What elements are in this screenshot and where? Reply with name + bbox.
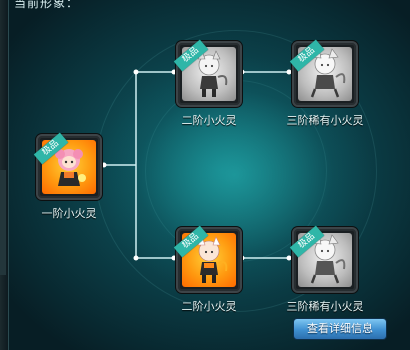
pet-name-label: 三阶稀有小火灵 — [286, 114, 364, 127]
node-stage2-upper[interactable]: 极品 二阶小火灵 — [164, 39, 254, 128]
node-stage3-upper[interactable]: 极品 三阶稀有小火灵 — [280, 39, 370, 128]
pet-portrait-frame[interactable]: 极品 — [289, 39, 358, 107]
pet-portrait-frame[interactable]: 极品 — [173, 225, 242, 293]
node-stage3-lower[interactable]: 极品 三阶稀有小火灵 — [280, 225, 370, 314]
connector-dot — [133, 255, 139, 261]
pet-name-label: 一阶小火灵 — [41, 207, 97, 220]
pet-name-label: 三阶稀有小火灵 — [286, 300, 364, 313]
pet-portrait-frame[interactable]: 极品 — [173, 39, 242, 107]
node-stage2-lower[interactable]: 极品 二阶小火灵 — [164, 225, 254, 314]
pet-name-label: 二阶小火灵 — [181, 300, 237, 313]
node-stage1[interactable]: 极品 一阶小火灵 — [24, 132, 114, 221]
pet-name-label: 二阶小火灵 — [181, 114, 237, 127]
connector-dot — [133, 69, 139, 75]
view-details-button[interactable]: 查看详细信息 — [293, 318, 387, 340]
pet-portrait-frame[interactable]: 极品 — [289, 225, 358, 293]
pet-portrait-frame[interactable]: 极品 — [33, 132, 102, 200]
evolution-panel: 当前形象： 极品 一阶小火灵 极品 二阶小火灵 极品 三阶稀有小火灵 极品 二阶… — [0, 0, 410, 350]
